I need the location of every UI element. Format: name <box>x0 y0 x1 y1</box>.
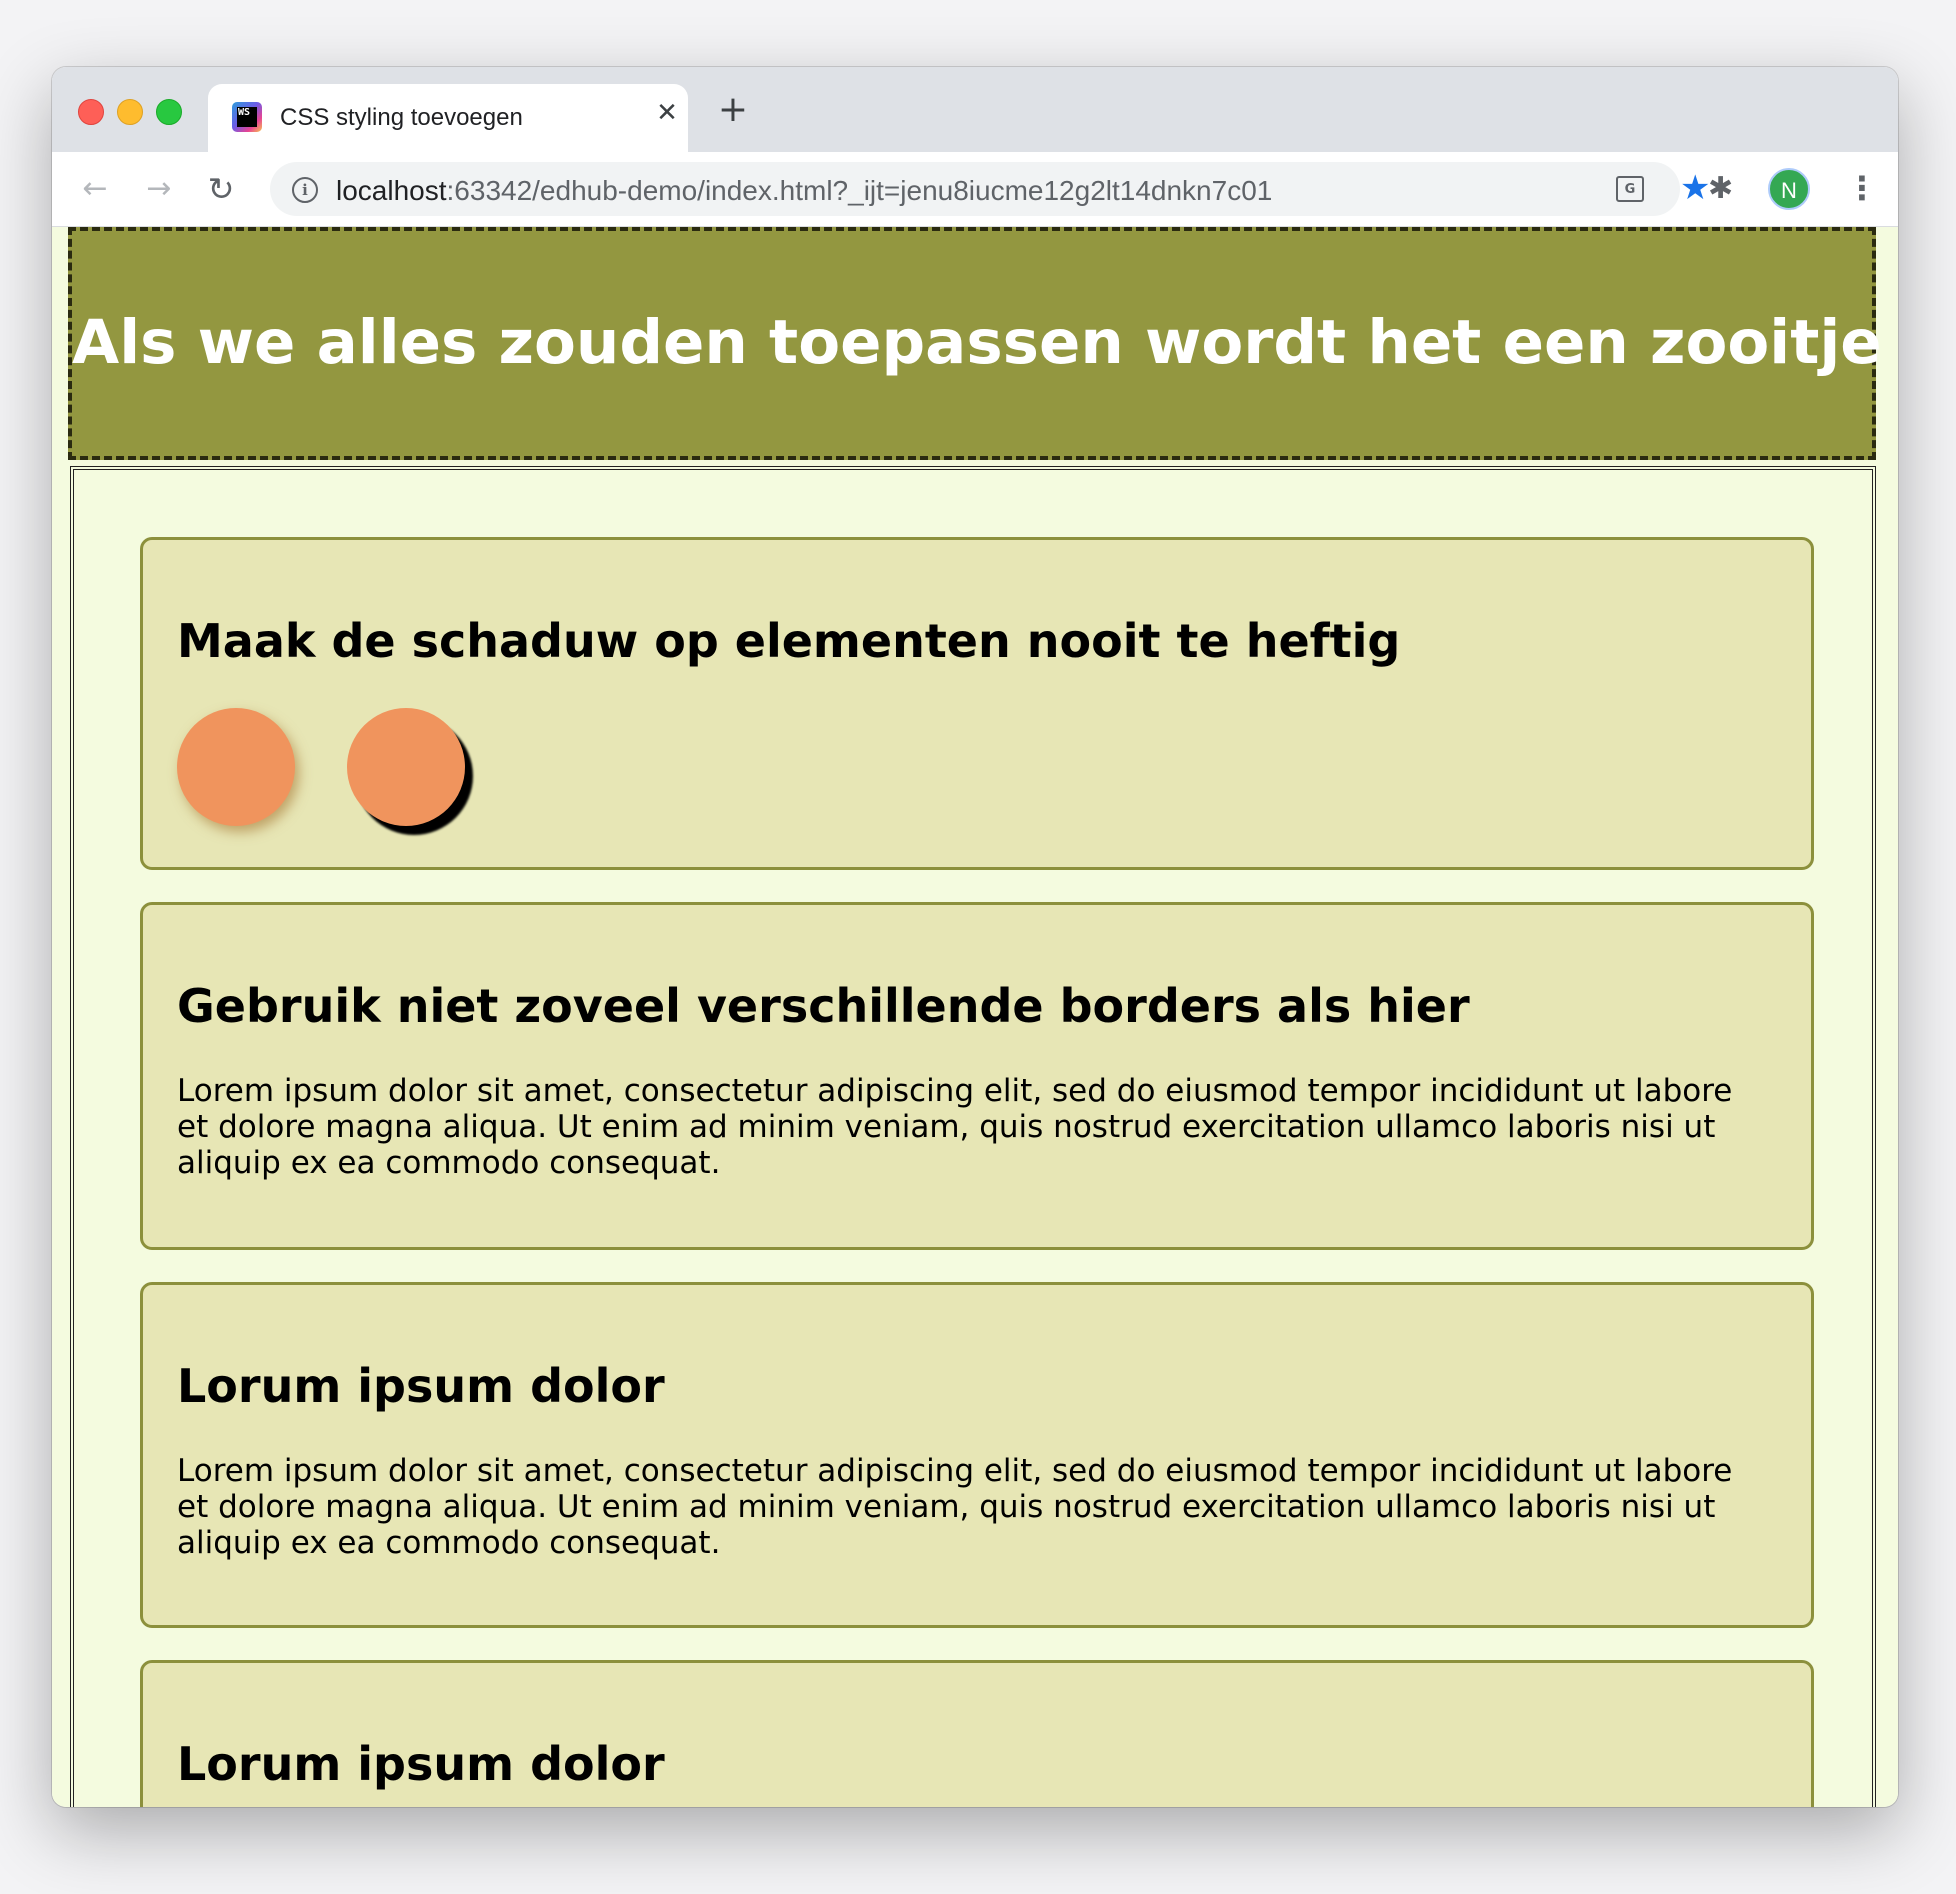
tab-title: CSS styling toevoegen <box>280 104 523 131</box>
card-text: Lorem ipsum dolor sit amet, consectetur … <box>177 1073 1733 1181</box>
tab-active[interactable]: WS CSS styling toevoegen ✕ <box>208 84 688 152</box>
page-viewport: Als we alles zouden toepassen wordt het … <box>52 227 1898 1807</box>
close-window-button[interactable] <box>78 99 104 125</box>
main-content: Maak de schaduw op elementen nooit te he… <box>70 466 1876 1807</box>
close-tab-icon[interactable]: ✕ <box>652 98 682 128</box>
more-menu-icon[interactable]: ⋮ <box>1846 168 1878 208</box>
browser-toolbar: ← → ↻ i localhost:63342/edhub-demo/index… <box>52 152 1898 227</box>
card-shadow: Maak de schaduw op elementen nooit te he… <box>140 537 1814 870</box>
card-title: Lorum ipsum dolor <box>177 1359 665 1413</box>
profile-avatar[interactable]: N <box>1768 168 1810 210</box>
translate-icon[interactable]: G <box>1616 176 1644 202</box>
card-text: Lorem ipsum dolor sit amet, consectetur … <box>177 1453 1733 1561</box>
tab-strip: WS CSS styling toevoegen ✕ + <box>52 67 1898 152</box>
card-lorum-1: Lorum ipsum dolor Lorem ipsum dolor sit … <box>140 1282 1814 1628</box>
soft-shadow-circle <box>177 708 295 826</box>
webstorm-icon: WS <box>232 102 262 132</box>
forward-arrow-icon[interactable]: → <box>140 170 178 208</box>
back-arrow-icon[interactable]: ← <box>76 170 114 208</box>
page-title: Als we alles zouden toepassen wordt het … <box>72 307 1882 378</box>
card-title: Gebruik niet zoveel verschillende border… <box>177 979 1470 1033</box>
extensions-puzzle-icon[interactable]: ✱ <box>1708 171 1733 207</box>
url-host: localhost <box>336 175 447 206</box>
card-borders: Gebruik niet zoveel verschillende border… <box>140 902 1814 1250</box>
page-header: Als we alles zouden toepassen wordt het … <box>68 227 1882 460</box>
info-icon[interactable]: i <box>292 177 318 203</box>
address-bar[interactable]: i localhost:63342/edhub-demo/index.html?… <box>270 162 1710 216</box>
card-title: Maak de schaduw op elementen nooit te he… <box>177 614 1401 668</box>
bookmark-star-icon[interactable]: ★ <box>1680 170 1710 206</box>
browser-window: WS CSS styling toevoegen ✕ + ← → ↻ i loc… <box>52 67 1898 1807</box>
card-title: Lorum ipsum dolor <box>177 1737 665 1791</box>
card-lorum-2: Lorum ipsum dolor <box>140 1660 1814 1807</box>
hard-shadow-circle <box>347 708 465 826</box>
url-text[interactable]: localhost:63342/edhub-demo/index.html?_i… <box>336 175 1272 207</box>
reload-icon[interactable]: ↻ <box>202 170 240 208</box>
minimize-window-button[interactable] <box>117 99 143 125</box>
zoom-window-button[interactable] <box>156 99 182 125</box>
new-tab-button[interactable]: + <box>714 91 752 129</box>
url-path: :63342/edhub-demo/index.html?_ijt=jenu8i… <box>446 175 1273 206</box>
